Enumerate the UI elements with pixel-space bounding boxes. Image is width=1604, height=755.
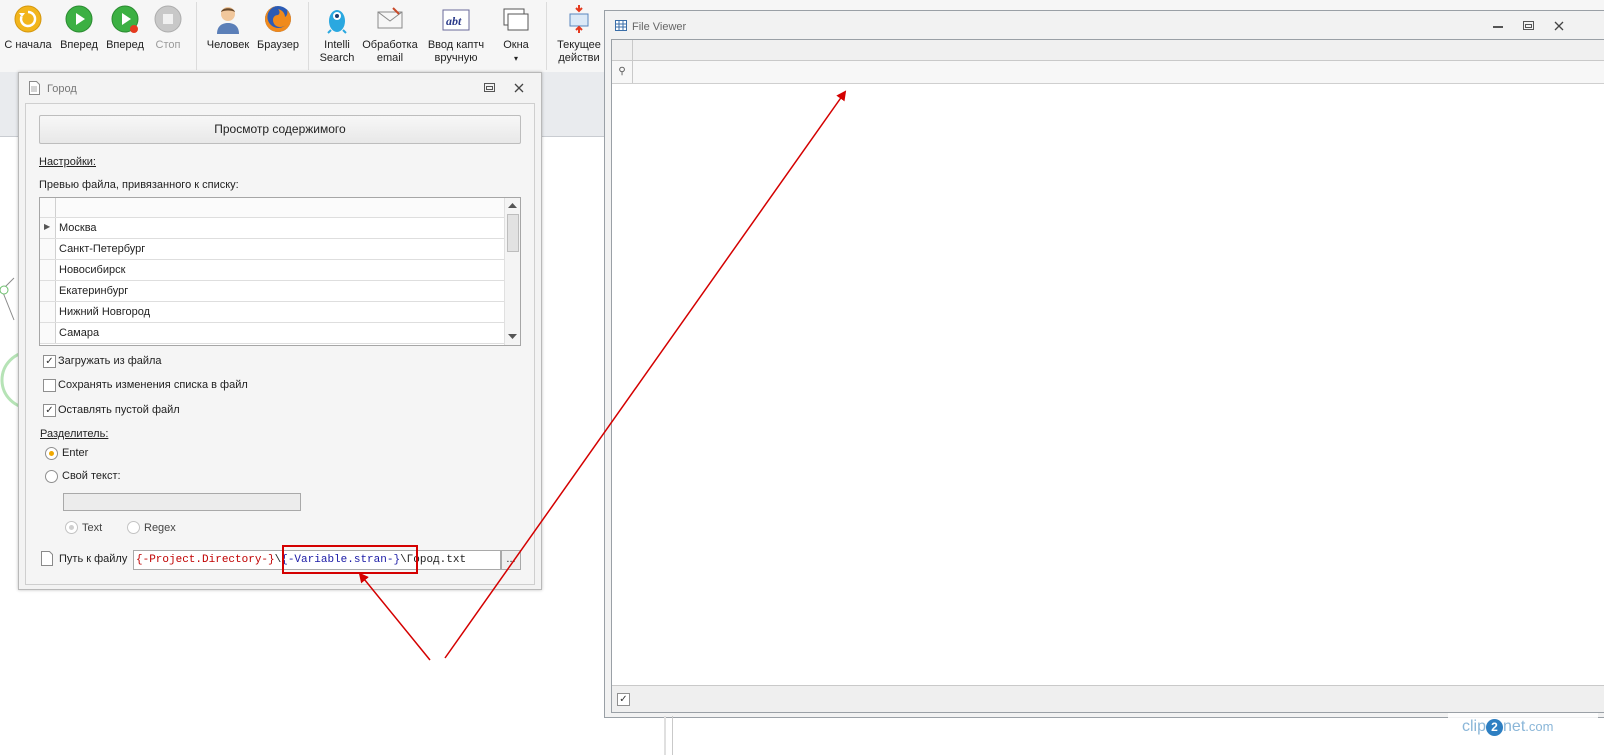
annotation-arrows: [358, 90, 847, 661]
arrow-to-variable: [358, 572, 431, 661]
clip2net-watermark: clip 2 net.com: [1448, 713, 1598, 741]
arrow-to-viewer: [444, 90, 847, 659]
watermark-badge: 2: [1486, 719, 1504, 736]
